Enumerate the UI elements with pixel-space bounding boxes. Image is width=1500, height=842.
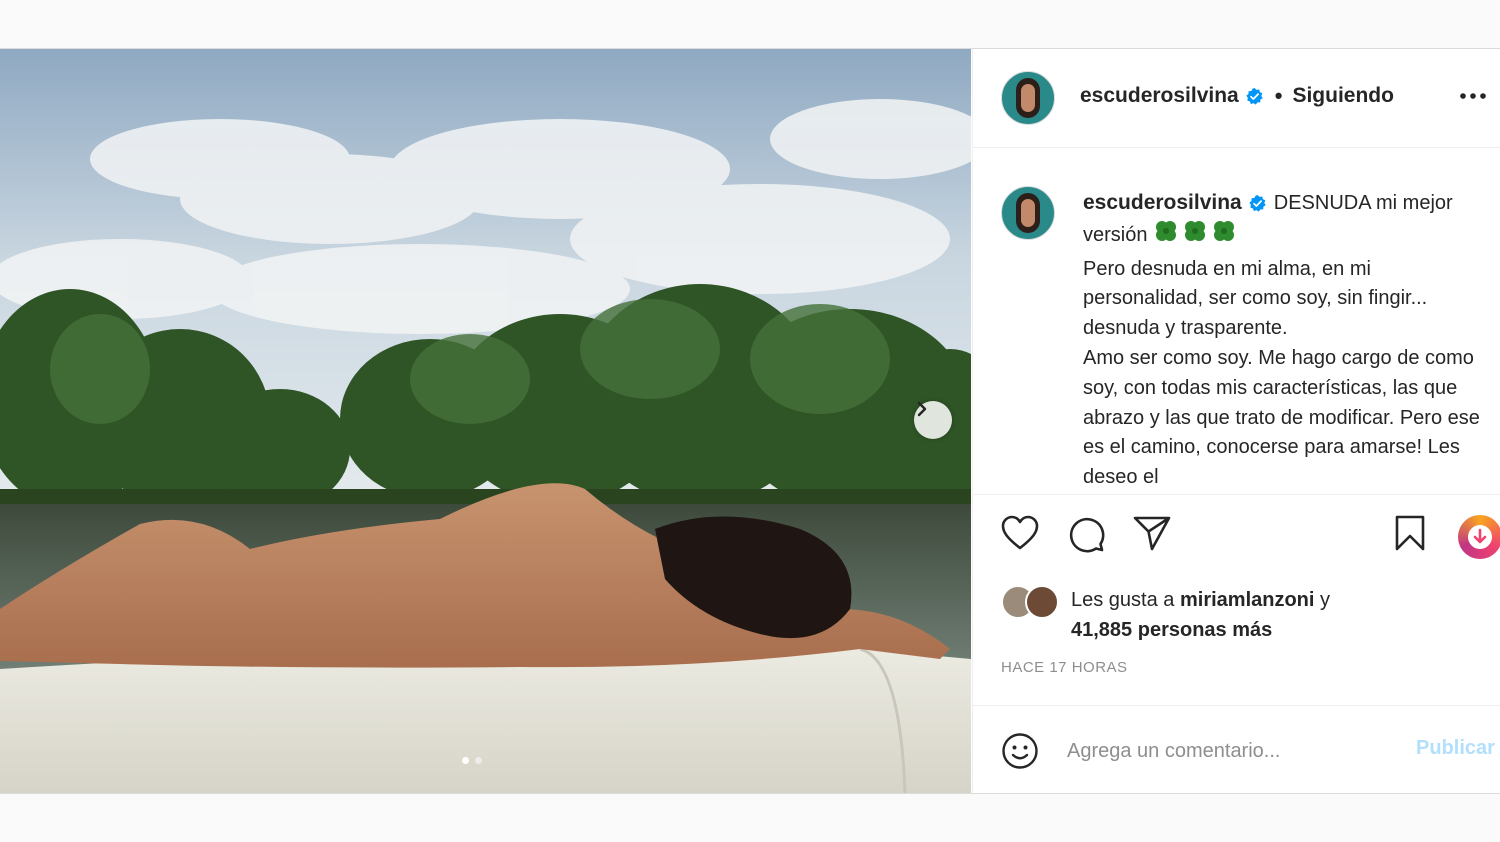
heart-icon[interactable] <box>1001 515 1039 556</box>
comment-input[interactable] <box>1065 734 1399 768</box>
likes-summary[interactable]: Les gusta a miriamlanzoni y 41,885 perso… <box>1071 585 1330 645</box>
carousel-dot <box>475 757 482 764</box>
likes-prefix: Les gusta a <box>1071 589 1175 611</box>
publish-button[interactable]: Publicar <box>1416 737 1495 760</box>
post-header: escuderosilvina • Siguiendo <box>973 49 1500 148</box>
next-slide-button[interactable] <box>914 401 952 439</box>
more-options-icon[interactable] <box>1459 87 1487 105</box>
clover-emoji-icon <box>1182 219 1208 255</box>
likes-conjunction: y <box>1320 589 1331 611</box>
header-separator: • <box>1274 83 1283 108</box>
bookmark-icon[interactable] <box>1394 515 1426 556</box>
comment-bar: Publicar <box>973 705 1500 794</box>
following-button[interactable]: Siguiendo <box>1292 84 1394 108</box>
post-photo <box>0 49 971 793</box>
instagram-post: escuderosilvina • Siguiendo escuderosilv… <box>0 48 1500 794</box>
post-media[interactable] <box>0 49 971 793</box>
clover-emoji-icon <box>1153 219 1179 255</box>
chevron-right-icon <box>917 401 927 417</box>
comment-bubble-icon[interactable] <box>1067 515 1105 558</box>
liker-username[interactable]: miriamlanzoni <box>1180 589 1314 611</box>
paper-plane-icon[interactable] <box>1133 515 1171 556</box>
caption-paragraph: Pero desnuda en mi alma, en mi personali… <box>1083 257 1428 340</box>
post-author-username[interactable]: escuderosilvina <box>1080 84 1239 108</box>
caption-text: escuderosilvina DESNUDA mi mejor versión… <box>1083 188 1493 493</box>
caption-avatar[interactable] <box>1001 186 1055 240</box>
download-icon[interactable] <box>1458 515 1500 559</box>
action-bar <box>973 495 1500 565</box>
carousel-dot-active <box>462 757 469 764</box>
emoji-icon[interactable] <box>1001 732 1039 775</box>
post-timestamp[interactable]: HACE 17 HORAS <box>1001 659 1128 676</box>
caption-section[interactable]: escuderosilvina DESNUDA mi mejor versión… <box>973 148 1500 495</box>
caption-paragraph: Amo ser como soy. Me hago cargo de como … <box>1083 346 1480 489</box>
post-side-panel: escuderosilvina • Siguiendo escuderosilv… <box>972 49 1500 793</box>
avatar[interactable] <box>1001 71 1055 125</box>
likes-count[interactable]: 41,885 personas más <box>1071 619 1272 641</box>
verified-badge-icon <box>1248 194 1268 214</box>
carousel-indicator <box>462 757 482 764</box>
clover-emoji-icon <box>1211 219 1237 255</box>
liker-avatars[interactable] <box>1001 585 1059 619</box>
avatar <box>1025 585 1059 619</box>
caption-username[interactable]: escuderosilvina <box>1083 191 1242 214</box>
verified-badge-icon <box>1245 86 1265 106</box>
